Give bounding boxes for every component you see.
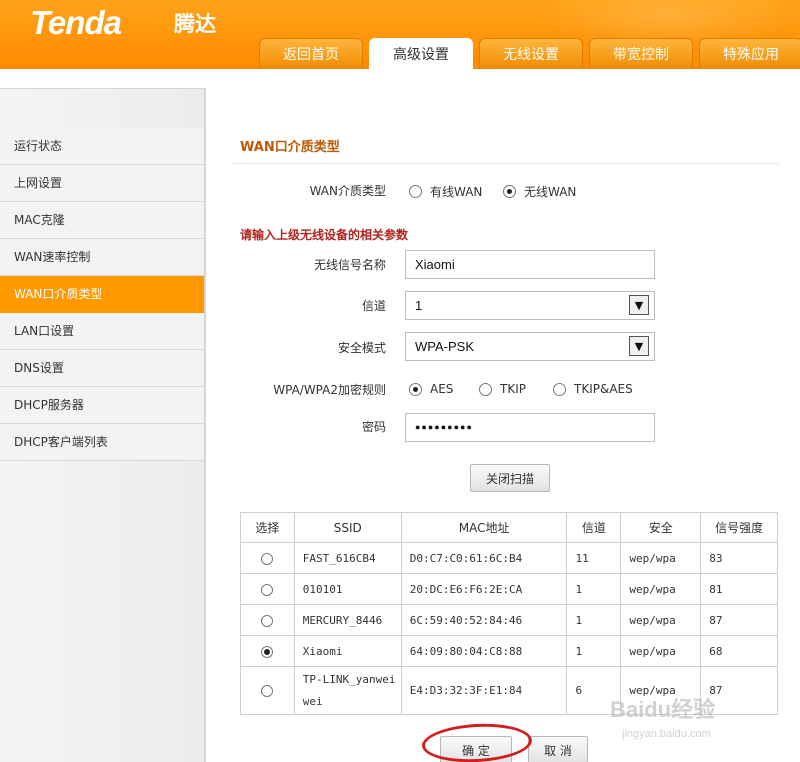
wan-type-wireless-label: 无线WAN [524,185,577,199]
sidebar-item-dhcp-server[interactable]: DHCP服务器 [0,387,204,424]
brand-logo: Tenda [30,4,122,41]
ssid-cell: 010101 [293,573,402,605]
sidebar-item-wan-media-type[interactable]: WAN口介质类型 [0,276,204,313]
row-select-cell[interactable] [240,573,295,605]
security-cell: wep/wpa [620,542,702,574]
security-cell: wep/wpa [620,635,702,667]
tab-bandwidth-control[interactable]: 带宽控制 [589,38,693,69]
encryption-tkip-label: TKIP [500,382,526,396]
sidebar-item-dhcp-client-list[interactable]: DHCP客户端列表 [0,424,204,461]
row-select-cell[interactable] [240,635,295,667]
top-nav-tabs: 返回首页 高级设置 无线设置 带宽控制 特殊应用 [259,38,800,69]
signal-cell: 81 [700,573,778,605]
signal-cell: 68 [700,635,778,667]
sidebar-item-lan-settings[interactable]: LAN口设置 [0,313,204,350]
wan-type-wireless-radio[interactable] [503,185,516,198]
chevron-down-icon[interactable]: ▼ [629,295,649,315]
security-cell: wep/wpa [620,604,702,636]
header-bar: Tenda 腾达 返回首页 高级设置 无线设置 带宽控制 特殊应用 [0,0,800,69]
sidebar: 运行状态 上网设置 MAC克隆 WAN速率控制 WAN口介质类型 LAN口设置 … [0,88,206,762]
wan-type-label: WAN介质类型 [309,184,386,198]
channel-label: 信道 [361,299,386,313]
encryption-tkip-aes-radio[interactable] [553,383,566,396]
tab-wireless-settings[interactable]: 无线设置 [479,38,583,69]
column-header-security: 安全 [620,512,702,543]
sidebar-item-wan-rate-control[interactable]: WAN速率控制 [0,239,204,276]
password-label: 密码 [361,420,386,434]
mac-cell: 6C:59:40:52:84:46 [400,604,568,636]
channel-cell: 11 [566,542,622,574]
column-header-select: 选择 [240,512,295,543]
brand-logo-cn: 腾达 [174,12,216,36]
sidebar-item-dns-settings[interactable]: DNS设置 [0,350,204,387]
ssid-cell: TP-LINK_yanweiwei [293,666,402,715]
mac-cell: D0:C7:C0:61:6C:B4 [400,542,568,574]
sidebar-item-status[interactable]: 运行状态 [0,128,204,165]
encryption-aes-radio[interactable] [409,383,422,396]
security-mode-label: 安全模式 [337,341,386,355]
table-row[interactable]: Xiaomi 64:09:80:04:C8:88 1 wep/wpa 68 [240,635,778,667]
ssid-cell: Xiaomi [293,635,402,667]
security-mode-select[interactable]: WPA-PSK [405,332,655,361]
scan-results-table: 选择 SSID MAC地址 信道 安全 信号强度 FAST_616CB4 D0:… [240,512,778,715]
row-select-cell[interactable] [240,604,295,636]
table-row[interactable]: FAST_616CB4 D0:C7:C0:61:6C:B4 11 wep/wpa… [240,542,778,574]
wan-type-wired-label: 有线WAN [430,185,483,199]
encryption-rule-label: WPA/WPA2加密规则 [273,383,386,397]
row-select-radio[interactable] [261,645,274,658]
column-header-signal: 信号强度 [700,512,778,543]
sidebar-item-mac-clone[interactable]: MAC克隆 [0,202,204,239]
row-select-radio[interactable] [261,614,274,627]
wan-type-wired-radio[interactable] [409,185,422,198]
parameter-notice: 请输入上级无线设备的相关参数 [240,228,409,242]
column-header-ssid: SSID [293,512,402,543]
ssid-input[interactable]: Xiaomi [405,250,655,279]
chevron-down-icon[interactable]: ▼ [629,336,649,356]
signal-cell: 83 [700,542,778,574]
signal-cell: 87 [700,604,778,636]
page-title: WAN口介质类型 [240,140,340,155]
channel-cell: 1 [566,573,622,605]
mac-cell: E4:D3:32:3F:E1:84 [400,666,568,715]
tab-home[interactable]: 返回首页 [259,38,363,69]
row-select-radio[interactable] [261,685,274,697]
table-row[interactable]: MERCURY_8446 6C:59:40:52:84:46 1 wep/wpa… [240,604,778,636]
column-header-channel: 信道 [566,512,622,543]
security-cell: wep/wpa [620,573,702,605]
channel-cell: 1 [566,635,622,667]
cancel-button[interactable]: 取 消 [528,736,588,762]
ssid-label: 无线信号名称 [313,258,386,272]
encryption-tkip-radio[interactable] [479,383,492,396]
mac-cell: 64:09:80:04:C8:88 [400,635,568,667]
mac-cell: 20:DC:E6:F6:2E:CA [400,573,568,605]
password-input[interactable]: ●●●●●●●●● [405,413,655,442]
close-scan-button[interactable]: 关闭扫描 [470,464,550,492]
row-select-cell[interactable] [240,542,295,574]
tab-advanced-settings[interactable]: 高级设置 [369,38,473,69]
channel-select[interactable]: 1 [405,291,655,320]
encryption-tkip-aes-label: TKIP&AES [574,382,633,396]
table-row[interactable]: 010101 20:DC:E6:F6:2E:CA 1 wep/wpa 81 [240,573,778,605]
encryption-aes-label: AES [430,382,454,396]
column-header-mac: MAC地址 [400,512,568,543]
row-select-radio[interactable] [261,552,274,565]
highlight-annotation [421,721,533,762]
ssid-cell: FAST_616CB4 [293,542,402,574]
row-select-cell[interactable] [240,666,295,715]
ssid-cell: MERCURY_8446 [293,604,402,636]
row-select-radio[interactable] [261,583,274,596]
watermark-logo: Baidu经验 [610,697,716,722]
sidebar-item-internet-settings[interactable]: 上网设置 [0,165,204,202]
tab-special-apps[interactable]: 特殊应用 [699,38,800,69]
watermark-url: jingyan.baidu.com [622,728,711,740]
table-header-row: 选择 SSID MAC地址 信道 安全 信号强度 [240,512,778,543]
channel-cell: 1 [566,604,622,636]
title-divider [233,163,779,164]
